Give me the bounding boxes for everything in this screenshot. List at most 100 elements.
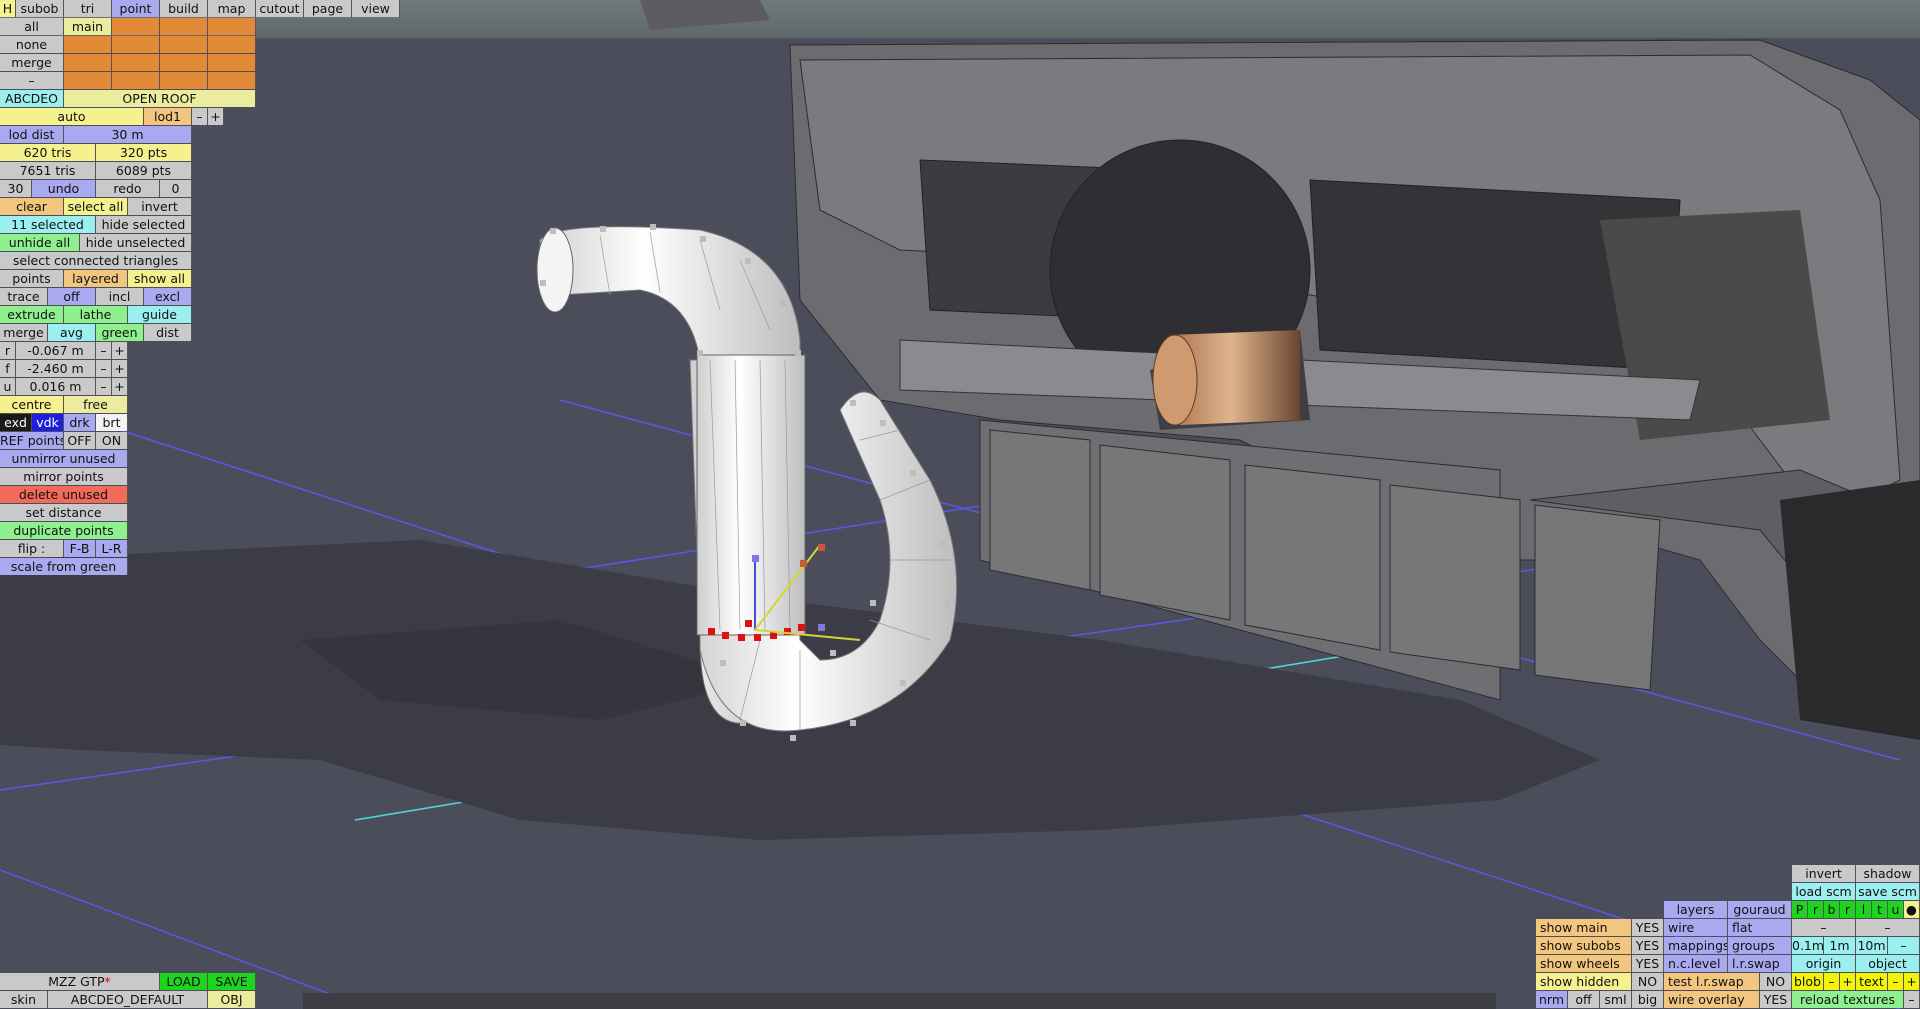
layer-slot[interactable] bbox=[64, 72, 112, 89]
skin-name[interactable]: ABCDEO_DEFAULT bbox=[48, 991, 208, 1008]
extrude-button[interactable]: extrude bbox=[0, 306, 64, 323]
select-all-button[interactable]: select all bbox=[64, 198, 128, 215]
view-l[interactable]: l bbox=[1856, 901, 1872, 918]
shade-drk[interactable]: drk bbox=[64, 414, 96, 431]
test-lr-swap-toggle[interactable]: NO bbox=[1760, 973, 1792, 990]
guide-button[interactable]: guide bbox=[128, 306, 192, 323]
grid-10m[interactable]: 10m bbox=[1856, 937, 1888, 954]
merge-points-button[interactable]: merge bbox=[0, 324, 48, 341]
lathe-button[interactable]: lathe bbox=[64, 306, 128, 323]
layer-slot[interactable] bbox=[160, 72, 208, 89]
grid-01m[interactable]: 0.1m bbox=[1792, 937, 1824, 954]
trace-off[interactable]: off bbox=[48, 288, 96, 305]
show-hidden-toggle[interactable]: NO bbox=[1632, 973, 1664, 990]
nc-level-toggle[interactable]: n.c.level bbox=[1664, 955, 1728, 972]
ref-points-off[interactable]: OFF bbox=[64, 432, 96, 449]
redo-button[interactable]: redo bbox=[96, 180, 160, 197]
view-r[interactable]: r bbox=[1808, 901, 1824, 918]
menu-tri[interactable]: tri bbox=[64, 0, 112, 17]
layer-dash-button[interactable]: – bbox=[0, 72, 64, 89]
wire-toggle[interactable]: wire bbox=[1664, 919, 1728, 936]
pivot-centre[interactable]: centre bbox=[0, 396, 64, 413]
layer-slot[interactable] bbox=[208, 36, 256, 53]
layer-slot[interactable] bbox=[208, 72, 256, 89]
ref-points-on[interactable]: ON bbox=[96, 432, 128, 449]
layer-slot[interactable] bbox=[208, 18, 256, 35]
shadow-toggle[interactable]: shadow bbox=[1856, 865, 1920, 882]
scale-from-green-button[interactable]: scale from green bbox=[0, 558, 128, 575]
view-t[interactable]: t bbox=[1872, 901, 1888, 918]
show-subobs-toggle[interactable]: YES bbox=[1632, 937, 1664, 954]
dash-button[interactable]: – bbox=[1792, 919, 1856, 936]
hide-unselected-button[interactable]: hide unselected bbox=[80, 234, 192, 251]
lod-auto[interactable]: auto bbox=[0, 108, 144, 125]
reload-textures-button[interactable]: reload textures bbox=[1792, 991, 1904, 1008]
blob-plus[interactable]: + bbox=[1840, 973, 1856, 990]
coord-u-minus[interactable]: – bbox=[96, 378, 112, 395]
unhide-all-button[interactable]: unhide all bbox=[0, 234, 80, 251]
layer-slot[interactable] bbox=[160, 54, 208, 71]
normals-big[interactable]: big bbox=[1632, 991, 1664, 1008]
layered-toggle[interactable]: layered bbox=[64, 270, 128, 287]
flip-lr-button[interactable]: L-R bbox=[96, 540, 128, 557]
load-scm-button[interactable]: load scm bbox=[1792, 883, 1856, 900]
layer-slot[interactable] bbox=[112, 54, 160, 71]
lod-dist-value[interactable]: 30 m bbox=[64, 126, 192, 143]
dash-button[interactable]: – bbox=[1856, 919, 1920, 936]
save-button[interactable]: SAVE bbox=[208, 973, 256, 990]
merge-layers-button[interactable]: merge bbox=[0, 54, 64, 71]
groups-toggle[interactable]: groups bbox=[1728, 937, 1792, 954]
obj-button[interactable]: OBJ bbox=[208, 991, 256, 1008]
grid-dash[interactable]: – bbox=[1888, 937, 1920, 954]
shade-brt[interactable]: brt bbox=[96, 414, 128, 431]
blob-toggle[interactable]: blob bbox=[1792, 973, 1824, 990]
coord-f-value[interactable]: -2.460 m bbox=[16, 360, 96, 377]
merge-green[interactable]: green bbox=[96, 324, 144, 341]
select-none-button[interactable]: none bbox=[0, 36, 64, 53]
menu-cutout[interactable]: cutout bbox=[256, 0, 304, 17]
show-main-toggle[interactable]: YES bbox=[1632, 919, 1664, 936]
coord-f-plus[interactable]: + bbox=[112, 360, 128, 377]
shade-vdk[interactable]: vdk bbox=[32, 414, 64, 431]
hide-selected-button[interactable]: hide selected bbox=[96, 216, 192, 233]
layer-slot[interactable] bbox=[112, 36, 160, 53]
layer-slot[interactable] bbox=[112, 18, 160, 35]
reload-dash[interactable]: – bbox=[1904, 991, 1920, 1008]
flat-toggle[interactable]: flat bbox=[1728, 919, 1792, 936]
lod-plus[interactable]: + bbox=[208, 108, 224, 125]
clear-selection-button[interactable]: clear bbox=[0, 198, 64, 215]
menu-point[interactable]: point bbox=[112, 0, 160, 17]
text-plus[interactable]: + bbox=[1904, 973, 1920, 990]
unmirror-unused-button[interactable]: unmirror unused bbox=[0, 450, 128, 467]
view-dot[interactable]: ● bbox=[1904, 901, 1920, 918]
duplicate-points-button[interactable]: duplicate points bbox=[0, 522, 128, 539]
save-scm-button[interactable]: save scm bbox=[1856, 883, 1920, 900]
show-wheels-toggle[interactable]: YES bbox=[1632, 955, 1664, 972]
coord-r-minus[interactable]: – bbox=[96, 342, 112, 359]
lod-level[interactable]: lod1 bbox=[144, 108, 192, 125]
view-r2[interactable]: r bbox=[1840, 901, 1856, 918]
view-p[interactable]: P bbox=[1792, 901, 1808, 918]
delete-unused-button[interactable]: delete unused bbox=[0, 486, 128, 503]
coord-u-value[interactable]: 0.016 m bbox=[16, 378, 96, 395]
menu-view[interactable]: view bbox=[352, 0, 400, 17]
normals-nrm[interactable]: nrm bbox=[1536, 991, 1568, 1008]
lr-swap-toggle[interactable]: l.r.swap bbox=[1728, 955, 1792, 972]
layer-slot[interactable] bbox=[208, 54, 256, 71]
origin-button[interactable]: origin bbox=[1792, 955, 1856, 972]
coord-r-plus[interactable]: + bbox=[112, 342, 128, 359]
text-toggle[interactable]: text bbox=[1856, 973, 1888, 990]
trace-excl[interactable]: excl bbox=[144, 288, 192, 305]
layer-main[interactable]: main bbox=[64, 18, 112, 35]
layer-slot[interactable] bbox=[160, 18, 208, 35]
grid-1m[interactable]: 1m bbox=[1824, 937, 1856, 954]
load-button[interactable]: LOAD bbox=[160, 973, 208, 990]
select-all-layer[interactable]: all bbox=[0, 18, 64, 35]
layer-slot[interactable] bbox=[160, 36, 208, 53]
undo-button[interactable]: undo bbox=[32, 180, 96, 197]
coord-f-minus[interactable]: – bbox=[96, 360, 112, 377]
menu-map[interactable]: map bbox=[208, 0, 256, 17]
wire-overlay-toggle[interactable]: YES bbox=[1760, 991, 1792, 1008]
set-distance-button[interactable]: set distance bbox=[0, 504, 128, 521]
layers-toggle[interactable]: layers bbox=[1664, 901, 1728, 918]
